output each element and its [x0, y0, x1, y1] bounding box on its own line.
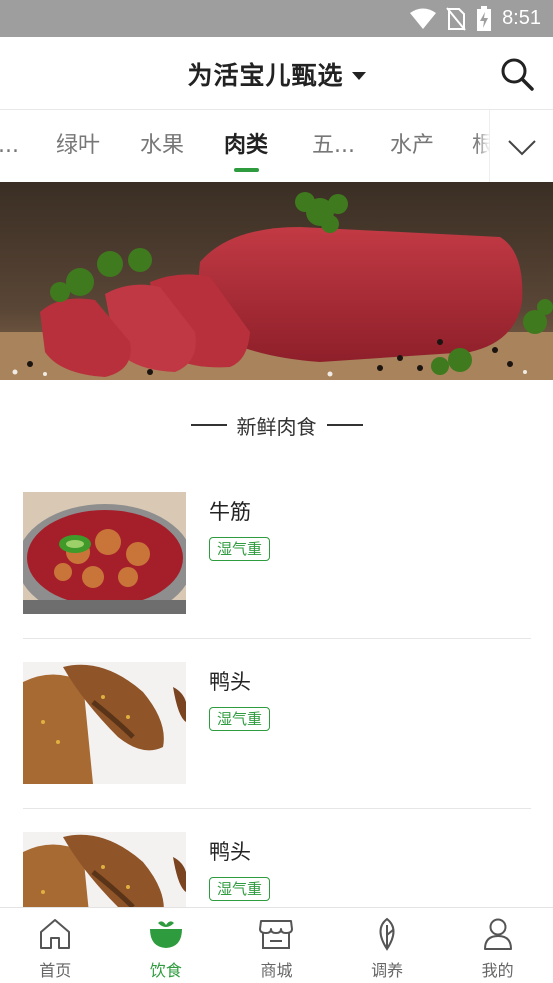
category-tabs: ... 绿叶 水果 肉类 五... 水产 根: [0, 110, 553, 182]
caret-down-icon: [351, 71, 366, 80]
nav-store[interactable]: 商城: [221, 908, 332, 983]
beef-tendon-image: [23, 492, 186, 614]
tab-fruit[interactable]: 水果: [140, 110, 184, 182]
nav-home[interactable]: 首页: [0, 908, 111, 983]
tab-grains[interactable]: 五...: [312, 110, 355, 182]
nav-profile[interactable]: 我的: [442, 908, 553, 983]
item-name: 鸭头: [209, 670, 251, 694]
item-name: 牛筋: [209, 500, 251, 524]
status-bar: 8:51: [0, 0, 553, 37]
item-tag: 湿气重: [209, 537, 271, 561]
tab-leafy-greens[interactable]: 绿叶: [56, 110, 100, 182]
tab-overflow-left[interactable]: ...: [0, 110, 19, 182]
title-dropdown[interactable]: 为活宝儿甄选: [0, 37, 553, 110]
active-tab-indicator: [234, 168, 259, 172]
status-time: 8:51: [502, 7, 541, 29]
home-icon: [40, 919, 71, 949]
nav-label: 调养: [371, 961, 404, 980]
bowl-icon: [149, 921, 182, 948]
bottom-nav: 首页 饮食 商城 调养 我的: [0, 907, 553, 983]
heading-line-left: [190, 424, 227, 426]
nav-wellness[interactable]: 调养: [332, 908, 443, 983]
tabs-expand-area[interactable]: [489, 110, 553, 182]
search-icon[interactable]: [499, 56, 535, 92]
app-header: 为活宝儿甄选: [0, 37, 553, 110]
nav-label: 饮食: [149, 961, 182, 980]
no-sim-icon: [446, 6, 466, 31]
duck-head-image: [23, 662, 186, 784]
battery-charging-icon: [477, 5, 492, 31]
chevron-down-icon[interactable]: [507, 132, 537, 162]
nav-label: 商城: [260, 961, 293, 980]
meat-banner-image[interactable]: [0, 182, 553, 380]
divider: [23, 638, 531, 639]
nav-label: 首页: [39, 961, 72, 980]
leaf-icon: [379, 917, 395, 951]
item-tag: 湿气重: [209, 707, 271, 731]
list-item[interactable]: 牛筋 湿气重: [23, 492, 531, 614]
list-item[interactable]: 鸭头 湿气重: [23, 662, 531, 784]
item-tag: 湿气重: [209, 877, 271, 901]
wifi-icon: [410, 8, 437, 29]
nav-diet[interactable]: 饮食: [111, 908, 222, 983]
nav-label: 我的: [481, 961, 514, 980]
page-title: 为活宝儿甄选: [187, 60, 344, 90]
person-icon: [483, 918, 512, 950]
section-title: 新鲜肉食: [236, 414, 317, 439]
divider: [23, 808, 531, 809]
tab-seafood[interactable]: 水产: [390, 110, 434, 182]
heading-line-right: [326, 424, 363, 426]
store-icon: [259, 920, 294, 949]
item-name: 鸭头: [209, 840, 251, 864]
section-heading: 新鲜肉食: [0, 408, 553, 442]
